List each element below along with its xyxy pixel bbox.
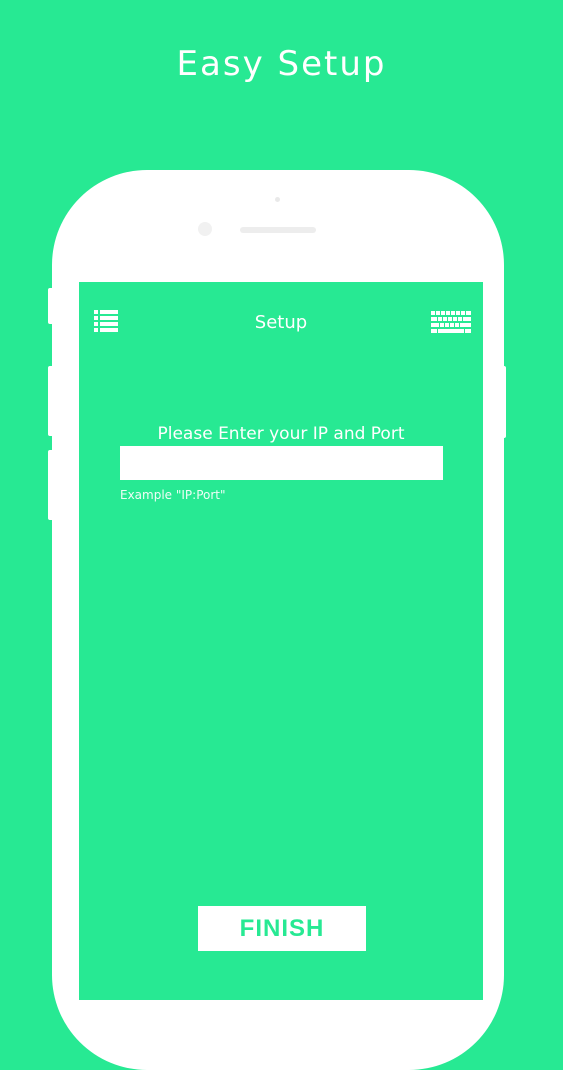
ip-port-hint: Example "IP:Port" <box>120 488 226 502</box>
ip-port-prompt: Please Enter your IP and Port <box>157 424 405 444</box>
ip-port-input[interactable] <box>120 446 443 480</box>
app-screen: Setup Please Enter your IP and Port Exam… <box>79 282 483 1000</box>
finish-button[interactable]: FINISH <box>198 906 366 951</box>
keyboard-icon[interactable] <box>431 311 471 333</box>
phone-earpiece <box>240 227 316 233</box>
nav-title: Setup <box>254 312 308 333</box>
phone-camera <box>198 222 212 236</box>
marketing-headline: Easy Setup <box>176 44 387 84</box>
phone-sensor <box>275 197 280 202</box>
